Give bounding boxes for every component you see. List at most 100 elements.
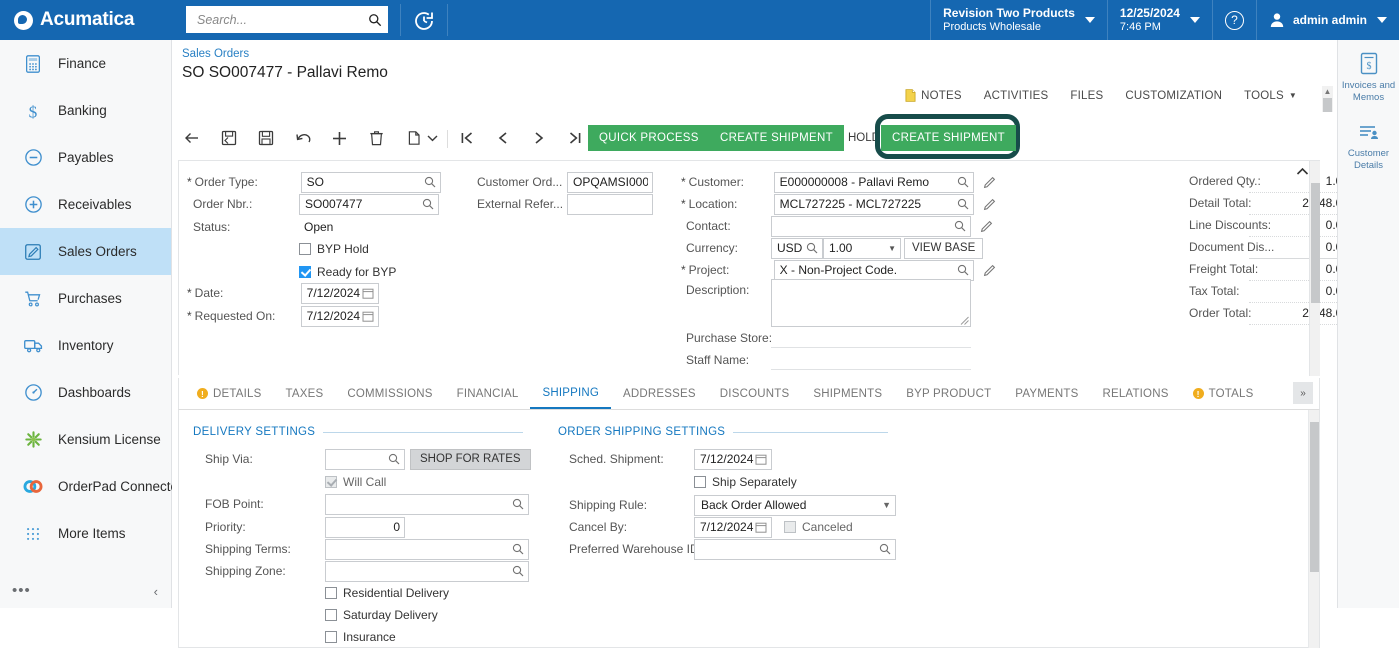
form-scrollbar[interactable]	[1309, 161, 1320, 376]
last-record-icon[interactable]	[563, 126, 587, 150]
chevron-down-icon[interactable]: ▼	[882, 500, 891, 510]
shipping-zone-field[interactable]	[325, 560, 529, 582]
purchase-store-field[interactable]	[771, 328, 971, 348]
sidebar-item-dashboards[interactable]: Dashboards	[0, 369, 171, 416]
lookup-icon[interactable]	[512, 543, 524, 555]
shipping-rule-select[interactable]: Back Order Allowed ▼	[694, 494, 896, 516]
location-field[interactable]: MCL727225 - MCL727225	[773, 193, 974, 215]
files-link[interactable]: FILES	[1070, 90, 1103, 102]
lookup-icon[interactable]	[957, 198, 969, 210]
customer-details-button[interactable]: Customer Details	[1338, 108, 1399, 176]
sidebar-more-menu-icon[interactable]: •••	[12, 583, 31, 598]
tab-payments[interactable]: PAYMENTS	[1003, 378, 1090, 409]
tab-byp-product[interactable]: BYP PRODUCT	[894, 378, 1003, 409]
byp-hold-row[interactable]: BYP Hold	[187, 238, 369, 260]
order-type-field[interactable]: SO	[300, 171, 441, 193]
user-menu[interactable]: admin admin	[1255, 0, 1399, 40]
global-search[interactable]	[186, 6, 388, 33]
fob-point-field[interactable]	[325, 493, 529, 515]
create-shipment-button-highlighted[interactable]: CREATE SHIPMENT	[881, 125, 1016, 151]
tools-menu[interactable]: TOOLS ▼	[1244, 90, 1297, 102]
lookup-icon[interactable]	[957, 264, 969, 276]
residential-delivery-row[interactable]: Residential Delivery	[205, 582, 449, 604]
sidebar-item-payables[interactable]: Payables	[0, 134, 171, 181]
ship-separately-checkbox[interactable]	[694, 476, 706, 488]
tab-discounts[interactable]: DISCOUNTS	[708, 378, 802, 409]
project-field[interactable]: X - Non-Project Code.	[773, 259, 974, 281]
tab-totals[interactable]: ! TOTALS	[1181, 378, 1266, 409]
customer-order-field[interactable]: OPQAMSI0000	[567, 171, 653, 193]
resize-grip-icon[interactable]	[960, 316, 969, 325]
activities-link[interactable]: ACTIVITIES	[984, 90, 1049, 102]
lookup-icon[interactable]	[806, 242, 818, 254]
contact-field[interactable]	[771, 215, 971, 237]
requested-on-field[interactable]: 7/12/2024	[300, 305, 379, 327]
ready-for-byp-checkbox[interactable]	[299, 266, 311, 278]
ready-for-byp-row[interactable]: Ready for BYP	[187, 261, 396, 283]
panel-scrollbar[interactable]	[1308, 410, 1319, 648]
undo-icon[interactable]	[291, 126, 315, 150]
search-input[interactable]	[195, 11, 368, 28]
insurance-row[interactable]: Insurance	[205, 626, 396, 648]
delete-icon[interactable]	[364, 126, 388, 150]
calendar-icon[interactable]	[755, 521, 767, 533]
panel-scroll-thumb[interactable]	[1310, 422, 1319, 572]
preferred-warehouse-field[interactable]	[694, 538, 896, 560]
recent-history-button[interactable]	[412, 9, 436, 33]
cancel-by-field[interactable]: 7/12/2024	[694, 516, 772, 538]
sidebar-item-kensium-license[interactable]: Kensium License	[0, 416, 171, 463]
sidebar-collapse-icon[interactable]: ‹	[154, 584, 158, 599]
lookup-icon[interactable]	[512, 498, 524, 510]
tab-shipments[interactable]: SHIPMENTS	[801, 378, 894, 409]
ship-via-field[interactable]	[325, 448, 405, 470]
help-button[interactable]: ?	[1211, 0, 1256, 40]
lookup-icon[interactable]	[954, 220, 966, 232]
edit-project-icon[interactable]	[983, 264, 996, 277]
tab-overflow-button[interactable]: »	[1293, 382, 1313, 404]
customization-link[interactable]: CUSTOMIZATION	[1125, 90, 1222, 102]
saturday-delivery-row[interactable]: Saturday Delivery	[205, 604, 438, 626]
sidebar-item-purchases[interactable]: Purchases	[0, 275, 171, 322]
create-shipment-button[interactable]: CREATE SHIPMENT	[709, 125, 844, 151]
customer-field[interactable]: E000000008 - Pallavi Remo	[773, 171, 974, 193]
calendar-icon[interactable]	[755, 453, 767, 465]
sidebar-item-sales-orders[interactable]: Sales Orders	[0, 228, 171, 275]
staff-name-field[interactable]	[771, 350, 971, 370]
save-icon[interactable]	[254, 126, 278, 150]
page-scrollbar[interactable]: ▲	[1322, 86, 1333, 112]
breadcrumb[interactable]: Sales Orders	[182, 48, 249, 60]
tab-addresses[interactable]: ADDRESSES	[611, 378, 708, 409]
copy-paste-icon[interactable]	[402, 126, 426, 150]
sched-shipment-field[interactable]: 7/12/2024	[694, 448, 772, 470]
sidebar-item-receivables[interactable]: Receivables	[0, 181, 171, 228]
sidebar-item-more-items[interactable]: More Items	[0, 510, 171, 557]
scroll-thumb[interactable]	[1323, 98, 1332, 112]
save-and-close-icon[interactable]	[217, 126, 241, 150]
sidebar-item-orderpad-connector[interactable]: OrderPad Connector	[0, 463, 183, 510]
residential-delivery-checkbox[interactable]	[325, 587, 337, 599]
lookup-icon[interactable]	[879, 543, 891, 555]
first-record-icon[interactable]	[455, 126, 479, 150]
previous-record-icon[interactable]	[491, 126, 515, 150]
add-new-icon[interactable]	[327, 126, 351, 150]
tab-relations[interactable]: RELATIONS	[1090, 378, 1180, 409]
byp-hold-checkbox[interactable]	[299, 243, 311, 255]
will-call-row[interactable]: Will Call	[205, 471, 386, 493]
saturday-delivery-checkbox[interactable]	[325, 609, 337, 621]
caret-down-icon[interactable]: ▼	[888, 244, 896, 253]
calendar-icon[interactable]	[362, 310, 374, 322]
ship-separately-row[interactable]: Ship Separately	[569, 471, 797, 493]
lookup-icon[interactable]	[388, 453, 400, 465]
currency-field[interactable]: USD	[771, 237, 823, 259]
scroll-up-arrow-icon[interactable]: ▲	[1322, 86, 1333, 97]
edit-customer-icon[interactable]	[983, 176, 996, 189]
invoices-and-memos-button[interactable]: $ Invoices and Memos	[1338, 40, 1399, 108]
description-field[interactable]	[771, 279, 971, 327]
priority-field[interactable]: 0	[325, 516, 405, 538]
tab-financial[interactable]: FINANCIAL	[445, 378, 531, 409]
edit-location-icon[interactable]	[983, 198, 996, 211]
quick-process-button[interactable]: QUICK PROCESS	[588, 125, 710, 151]
edit-contact-icon[interactable]	[980, 220, 993, 233]
next-record-icon[interactable]	[527, 126, 551, 150]
date-field[interactable]: 7/12/2024	[300, 282, 379, 304]
